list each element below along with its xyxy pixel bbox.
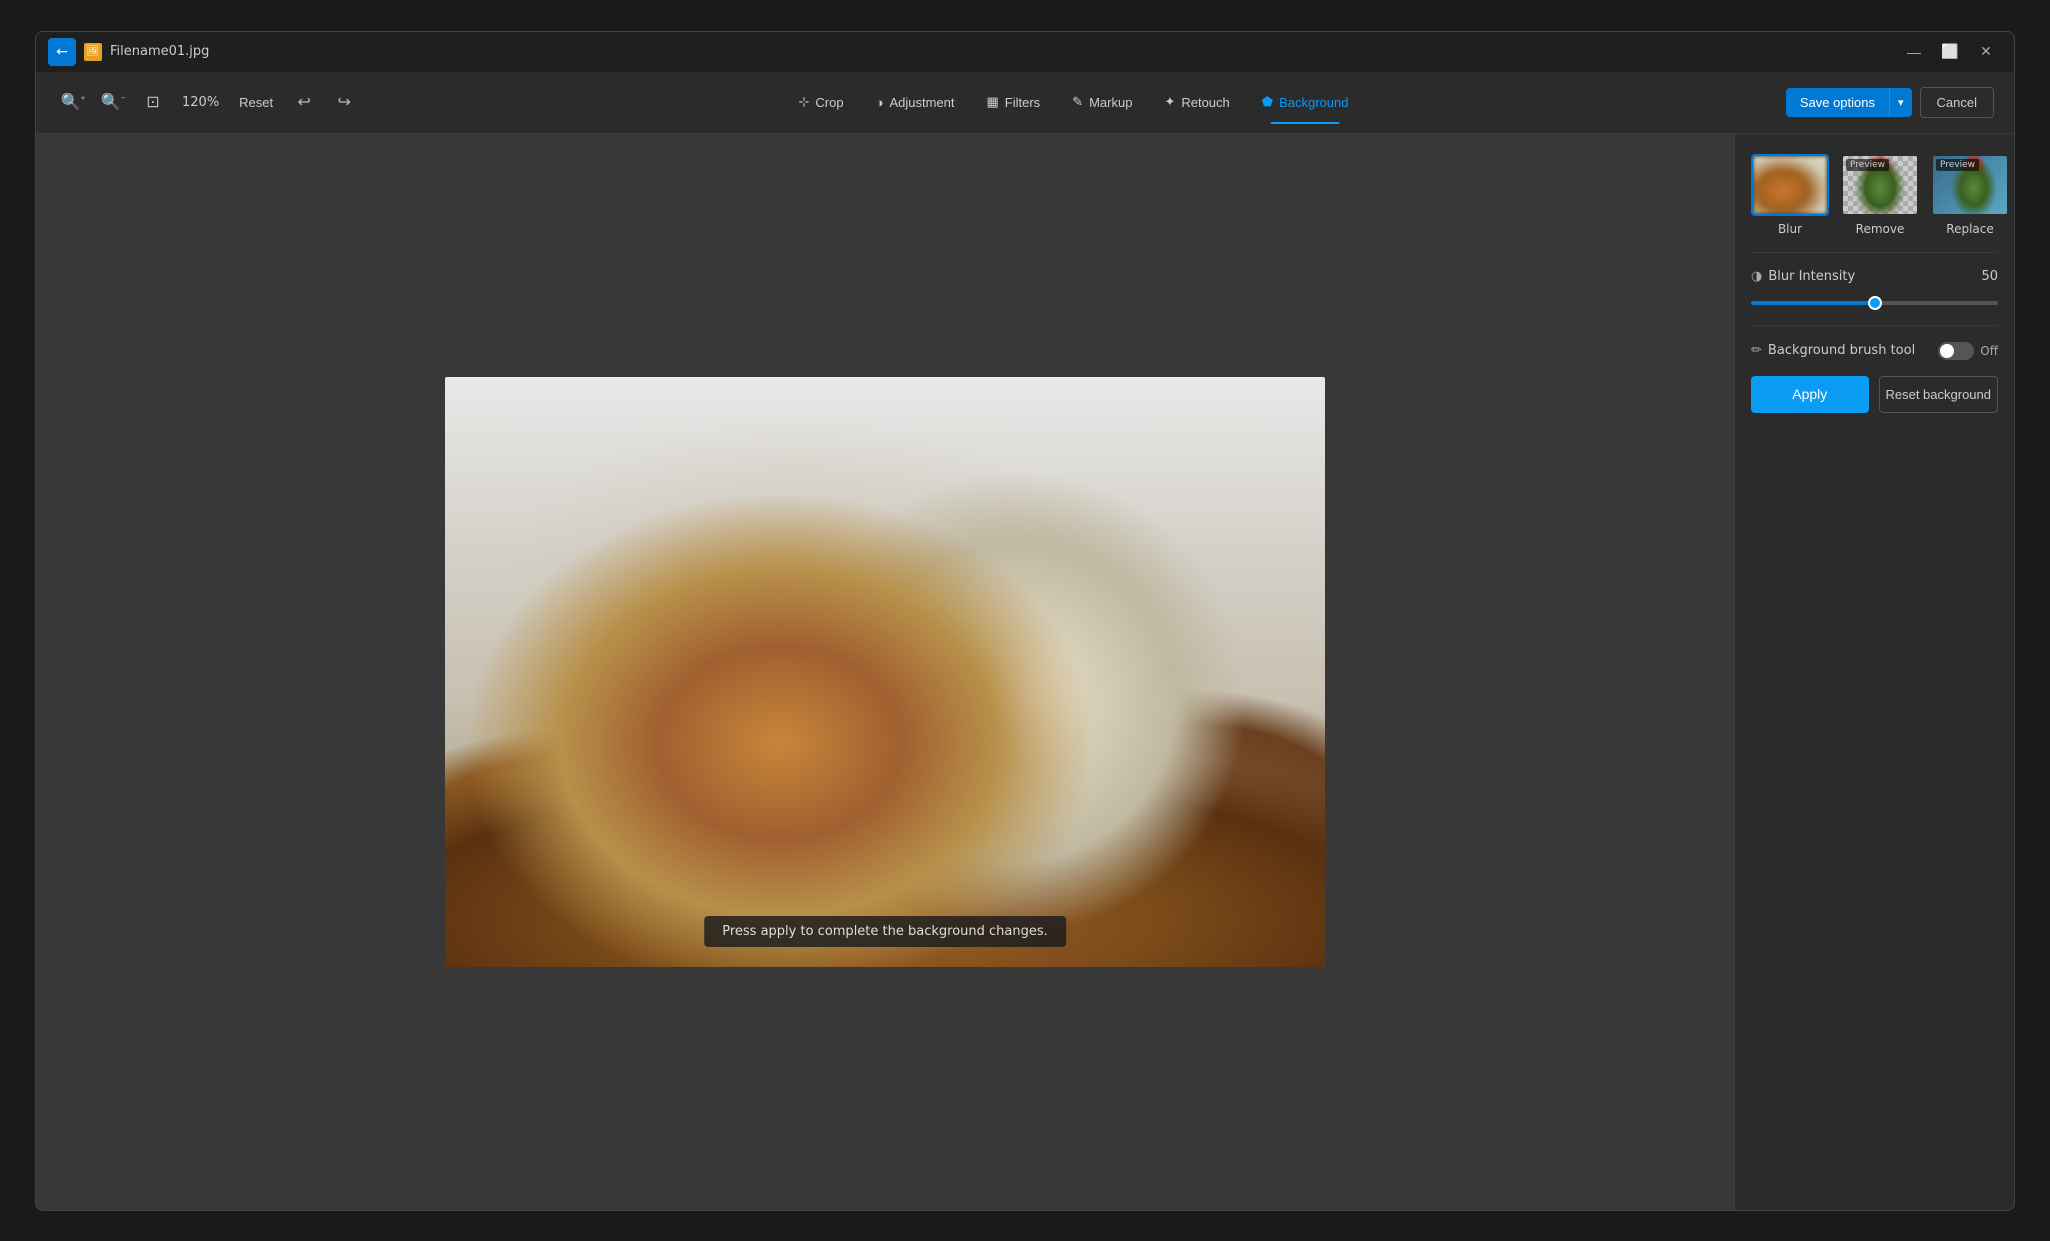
save-options-button[interactable]: Save options xyxy=(1786,88,1889,117)
right-panel: Blur Preview Remove xyxy=(1734,134,2014,1210)
reset-background-button[interactable]: Reset background xyxy=(1879,376,1999,413)
filters-label: Filters xyxy=(1005,95,1040,110)
blur-intensity-slider-container xyxy=(1751,290,1998,309)
remove-thumbnail[interactable]: Preview xyxy=(1841,154,1919,216)
background-label: Background xyxy=(1279,95,1348,110)
retouch-tool-button[interactable]: ✦ Retouch xyxy=(1150,88,1243,116)
bg-modes: Blur Preview Remove xyxy=(1751,154,1998,236)
zoom-fit-button[interactable]: ⊡ xyxy=(136,85,170,119)
replace-mode-label: Replace xyxy=(1946,222,1993,236)
background-tool-button[interactable]: ⬟ Background xyxy=(1248,88,1363,116)
blur-intensity-section: ◑ Blur Intensity 50 xyxy=(1751,269,1998,309)
image-canvas xyxy=(445,377,1325,967)
adjustment-icon: ◑ xyxy=(876,95,884,110)
image-container: Press apply to complete the background c… xyxy=(445,377,1325,967)
filters-icon: ▦ xyxy=(986,94,998,110)
canvas-area: Press apply to complete the background c… xyxy=(36,134,1734,1210)
crop-icon: ⊹ xyxy=(798,94,809,110)
back-icon: ← xyxy=(56,44,68,60)
filters-tool-button[interactable]: ▦ Filters xyxy=(972,88,1054,116)
brush-tool-label-group: ✏ Background brush tool xyxy=(1751,343,1915,358)
adjustment-tool-button[interactable]: ◑ Adjustment xyxy=(862,89,969,116)
blur-intensity-slider[interactable] xyxy=(1751,301,1998,305)
close-button[interactable]: ✕ xyxy=(1970,39,2002,65)
markup-icon: ✎ xyxy=(1072,94,1083,110)
title-bar-left: ← 🖼 Filename01.jpg xyxy=(48,38,209,66)
crop-tool-button[interactable]: ⊹ Crop xyxy=(784,88,857,116)
blur-mode-label: Blur xyxy=(1778,222,1802,236)
blur-intensity-header: ◑ Blur Intensity 50 xyxy=(1751,269,1998,284)
adjustment-label: Adjustment xyxy=(889,95,954,110)
markup-tool-button[interactable]: ✎ Markup xyxy=(1058,88,1146,116)
save-options-group: Save options ▾ xyxy=(1786,88,1912,117)
remove-preview-badge: Preview xyxy=(1846,159,1889,171)
main-image xyxy=(445,377,1325,967)
toolbar-left: 🔍+ 🔍− ⊡ 120% Reset ↩ ↪ xyxy=(56,85,361,119)
blur-intensity-value: 50 xyxy=(1981,269,1998,284)
remove-mode-label: Remove xyxy=(1856,222,1905,236)
retouch-icon: ✦ xyxy=(1164,94,1175,110)
brush-tool-icon: ✏ xyxy=(1751,343,1762,358)
blur-thumbnail[interactable] xyxy=(1751,154,1829,216)
restore-button[interactable]: ⬜ xyxy=(1934,39,1966,65)
blur-thumb-preview xyxy=(1753,156,1827,214)
cancel-button[interactable]: Cancel xyxy=(1920,87,1994,118)
main-content: Press apply to complete the background c… xyxy=(36,134,2014,1210)
zoom-out-icon: 🔍− xyxy=(101,92,126,112)
bg-mode-replace[interactable]: Preview Replace xyxy=(1931,154,2009,236)
window-controls: — ⬜ ✕ xyxy=(1898,39,2002,65)
status-message: Press apply to complete the background c… xyxy=(722,924,1048,939)
undo-button[interactable]: ↩ xyxy=(287,85,321,119)
apply-button[interactable]: Apply xyxy=(1751,376,1869,413)
save-options-dropdown-button[interactable]: ▾ xyxy=(1889,88,1912,117)
minimize-button[interactable]: — xyxy=(1898,39,1930,65)
toolbar-right: Save options ▾ Cancel xyxy=(1786,87,1994,118)
zoom-in-button[interactable]: 🔍+ xyxy=(56,85,90,119)
replace-preview-badge: Preview xyxy=(1936,159,1979,171)
zoom-out-button[interactable]: 🔍− xyxy=(96,85,130,119)
main-toolbar: 🔍+ 🔍− ⊡ 120% Reset ↩ ↪ ⊹ Crop ◑ xyxy=(36,72,2014,134)
retouch-label: Retouch xyxy=(1181,95,1229,110)
crop-label: Crop xyxy=(815,95,843,110)
bg-mode-blur[interactable]: Blur xyxy=(1751,154,1829,236)
back-button[interactable]: ← xyxy=(48,38,76,66)
reset-button[interactable]: Reset xyxy=(231,91,281,114)
app-icon: 🖼 xyxy=(84,43,102,61)
window-title: Filename01.jpg xyxy=(110,44,209,59)
toggle-row: Off xyxy=(1938,342,1998,360)
action-buttons: Apply Reset background xyxy=(1751,376,1998,413)
toolbar-center: ⊹ Crop ◑ Adjustment ▦ Filters ✎ Markup ✦… xyxy=(365,88,1782,116)
bg-mode-remove[interactable]: Preview Remove xyxy=(1841,154,1919,236)
blur-intensity-label-group: ◑ Blur Intensity xyxy=(1751,269,1855,284)
divider-2 xyxy=(1751,325,1998,326)
background-icon: ⬟ xyxy=(1262,94,1273,110)
redo-icon: ↪ xyxy=(337,92,350,112)
toggle-thumb xyxy=(1940,344,1954,358)
divider-1 xyxy=(1751,252,1998,253)
zoom-in-icon: 🔍+ xyxy=(61,92,86,112)
blur-intensity-icon: ◑ xyxy=(1751,269,1762,284)
blur-intensity-label: Blur Intensity xyxy=(1768,269,1855,284)
app-window: ← 🖼 Filename01.jpg — ⬜ ✕ 🔍+ 🔍− ⊡ 120% Re… xyxy=(35,31,2015,1211)
undo-icon: ↩ xyxy=(297,92,310,112)
brush-tool-label: Background brush tool xyxy=(1768,343,1915,358)
brush-tool-row: ✏ Background brush tool Off xyxy=(1751,342,1998,360)
status-bar: Press apply to complete the background c… xyxy=(704,916,1066,947)
title-bar: ← 🖼 Filename01.jpg — ⬜ ✕ xyxy=(36,32,2014,72)
zoom-fit-icon: ⊡ xyxy=(146,92,159,112)
zoom-level-label: 120% xyxy=(176,95,225,110)
replace-thumbnail[interactable]: Preview xyxy=(1931,154,2009,216)
redo-button[interactable]: ↪ xyxy=(327,85,361,119)
markup-label: Markup xyxy=(1089,95,1132,110)
brush-toggle[interactable] xyxy=(1938,342,1974,360)
brush-toggle-state: Off xyxy=(1980,344,1998,358)
